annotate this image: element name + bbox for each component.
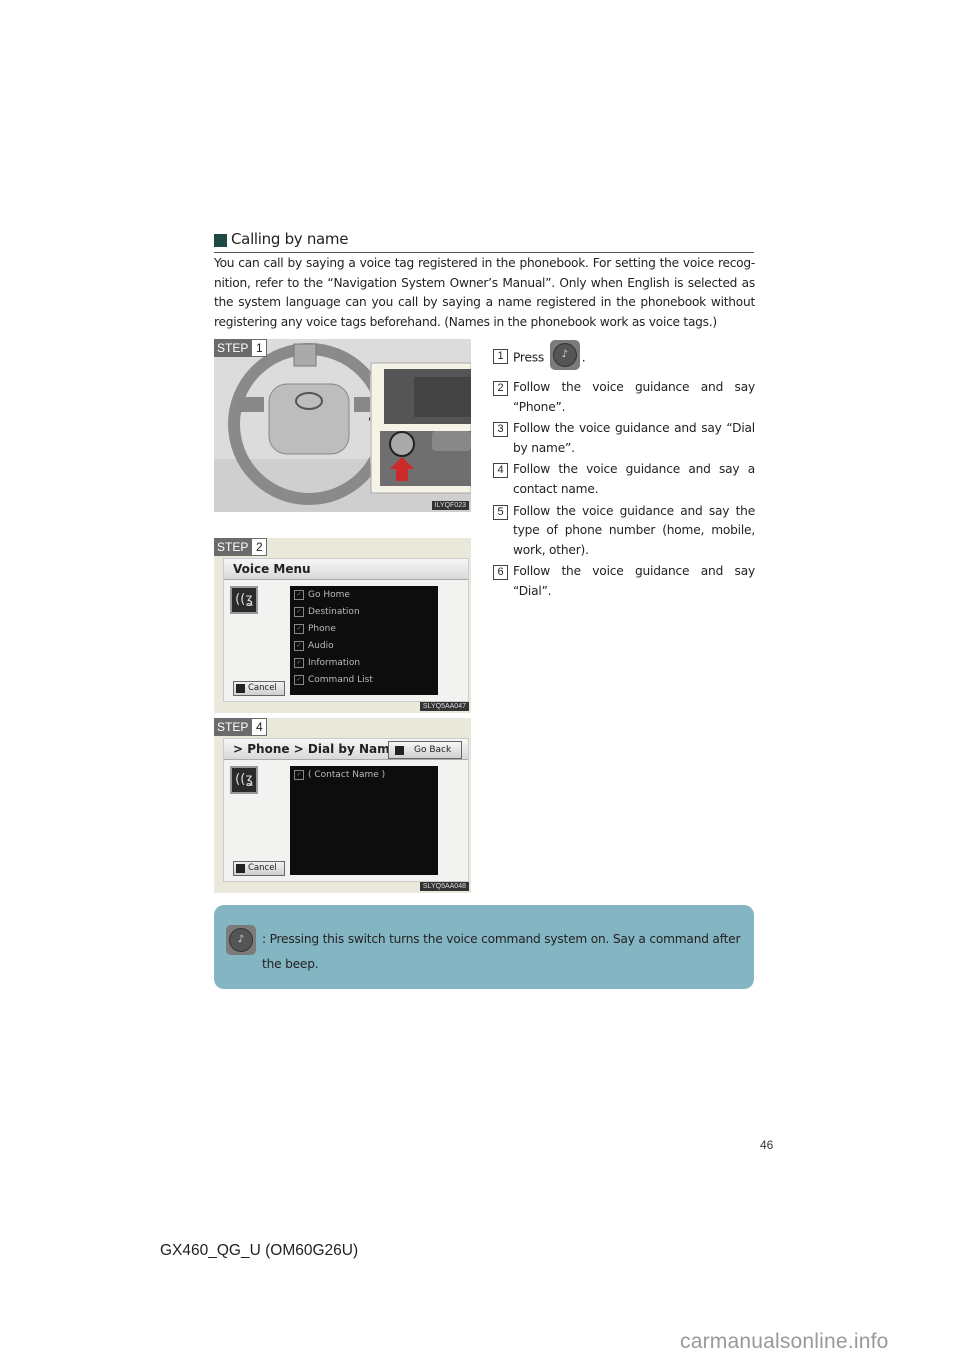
voice-menu-list: ✓ Go Home ✓ Destination ✓ Phone ✓ Audio ✓ Inf…: [290, 586, 438, 695]
voice-recognition-icon: ((ʓ: [230, 766, 258, 794]
step-label: STEP: [214, 339, 252, 357]
figure-step-1: STEP 1 ILYQF023: [214, 339, 471, 512]
voice-menu-screen: Voice Menu ((ʓ ✓ Go Home ✓ Destination ✓ Ph…: [223, 558, 469, 702]
document-code: GX460_QG_U (OM60G26U): [160, 1242, 359, 1259]
step-badge: STEP 2: [214, 538, 268, 556]
step-list: 1 Press ♪. 2 Follow the voice guidance an…: [493, 340, 755, 604]
voice-recognition-icon: ((ʓ: [230, 586, 258, 614]
step-number-box: 6: [493, 565, 508, 581]
step-label: STEP: [214, 718, 252, 736]
screen-title: Voice Menu: [224, 559, 468, 580]
note-box: ♪ : Pressing this switch turns the voice…: [214, 905, 754, 989]
voice-tag-icon: ✓: [294, 640, 304, 651]
item-label: Information: [308, 657, 361, 668]
step-text: Follow the voice guidance and say “Phone…: [513, 380, 755, 414]
step-text: Follow the voice guidance and say the ty…: [513, 503, 755, 557]
figure-code: SLYQ5AA047: [419, 702, 469, 711]
voice-tag-icon: ✓: [294, 769, 304, 780]
voice-tag-icon: ✓: [294, 674, 304, 685]
figure-step-2: STEP 2 Voice Menu ((ʓ ✓ Go Home ✓ Destinat…: [214, 538, 471, 713]
talk-switch-icon: ♪: [549, 340, 580, 370]
watermark: carmanualsonline.info: [680, 1330, 889, 1353]
cancel-button[interactable]: Cancel: [233, 861, 285, 876]
voice-tag-icon: ✓: [294, 606, 304, 617]
step-number-box: 2: [493, 381, 508, 396]
step-item: 4 Follow the voice guidance and say a con…: [493, 460, 755, 499]
voice-tag-icon: [236, 684, 245, 693]
item-label: Go Home: [308, 589, 350, 600]
step-badge: STEP 4: [214, 718, 268, 736]
step-number: 1: [251, 339, 268, 357]
step-item: 6 Follow the voice guidance and say “Dial…: [493, 562, 755, 601]
dial-by-name-screen: > Phone > Dial by Name Go Back ((ʓ ✓ ( Co…: [223, 738, 469, 882]
item-label: Command List: [308, 674, 373, 685]
section-bullet-icon: [214, 234, 227, 247]
talk-switch-icon: ♪: [226, 925, 256, 955]
item-label: ( Contact Name ): [308, 769, 386, 780]
step-text: Follow the voice guidance and say “Dial”…: [513, 564, 755, 598]
step-item: 3 Follow the voice guidance and say “Dial…: [493, 419, 755, 458]
cancel-label: Cancel: [248, 863, 277, 873]
section-header: Calling by name: [214, 230, 754, 253]
item-label: Destination: [308, 606, 360, 617]
step-badge: STEP 1: [214, 339, 268, 357]
voice-tag-icon: [395, 745, 404, 755]
step-number-box: 4: [493, 463, 508, 479]
breadcrumb: > Phone > Dial by Name Go Back: [224, 739, 468, 760]
step-item: 1 Press ♪.: [493, 340, 755, 370]
steering-wheel-illustration: [214, 339, 471, 512]
figure-step-4: STEP 4 > Phone > Dial by Name Go Back ((…: [214, 718, 471, 893]
voice-tag-icon: ✓: [294, 589, 304, 600]
breadcrumb-text: > Phone > Dial by Name: [233, 742, 398, 756]
go-back-button[interactable]: Go Back: [388, 741, 462, 759]
contact-list: ✓ ( Contact Name ): [290, 766, 438, 875]
page-number: 46: [760, 1138, 774, 1152]
cancel-button[interactable]: Cancel: [233, 681, 285, 696]
step-number: 2: [251, 538, 268, 556]
item-label: Audio: [308, 640, 334, 651]
intro-paragraph: You can call by saying a voice tag regis…: [214, 256, 755, 329]
step-number-box: 1: [493, 349, 508, 364]
step-text: Follow the voice guidance and say “Dial …: [513, 421, 755, 455]
cancel-label: Cancel: [248, 683, 277, 693]
step-item: 2 Follow the voice guidance and say “Phon…: [493, 378, 755, 417]
contact-name-item[interactable]: ✓ ( Contact Name ): [290, 766, 438, 783]
voice-tag-icon: ✓: [294, 623, 304, 634]
note-text: : Pressing this switch turns the voice c…: [262, 932, 741, 971]
section-title: Calling by name: [231, 230, 349, 248]
step-number: 4: [251, 718, 268, 736]
menu-item-destination[interactable]: ✓ Destination: [290, 603, 438, 620]
step-text: Press: [513, 350, 545, 365]
item-label: Phone: [308, 623, 336, 634]
menu-item-command-list[interactable]: ✓ Command List: [290, 671, 438, 688]
voice-tag-icon: [236, 864, 245, 873]
figure-code: SLYQ5AA048: [419, 882, 469, 891]
menu-item-go-home[interactable]: ✓ Go Home: [290, 586, 438, 603]
figure-code: ILYQF023: [431, 501, 469, 510]
voice-tag-icon: ✓: [294, 657, 304, 668]
step-item: 5 Follow the voice guidance and say the t…: [493, 502, 755, 561]
menu-item-phone[interactable]: ✓ Phone: [290, 620, 438, 637]
step-number-box: 5: [493, 504, 508, 520]
menu-item-information[interactable]: ✓ Information: [290, 654, 438, 671]
menu-item-audio[interactable]: ✓ Audio: [290, 637, 438, 654]
go-back-label: Go Back: [414, 744, 452, 755]
step-label: STEP: [214, 538, 252, 556]
step-text: Follow the voice guidance and say a cont…: [513, 462, 755, 496]
step-number-box: 3: [493, 422, 508, 438]
step-text: .: [581, 350, 586, 365]
